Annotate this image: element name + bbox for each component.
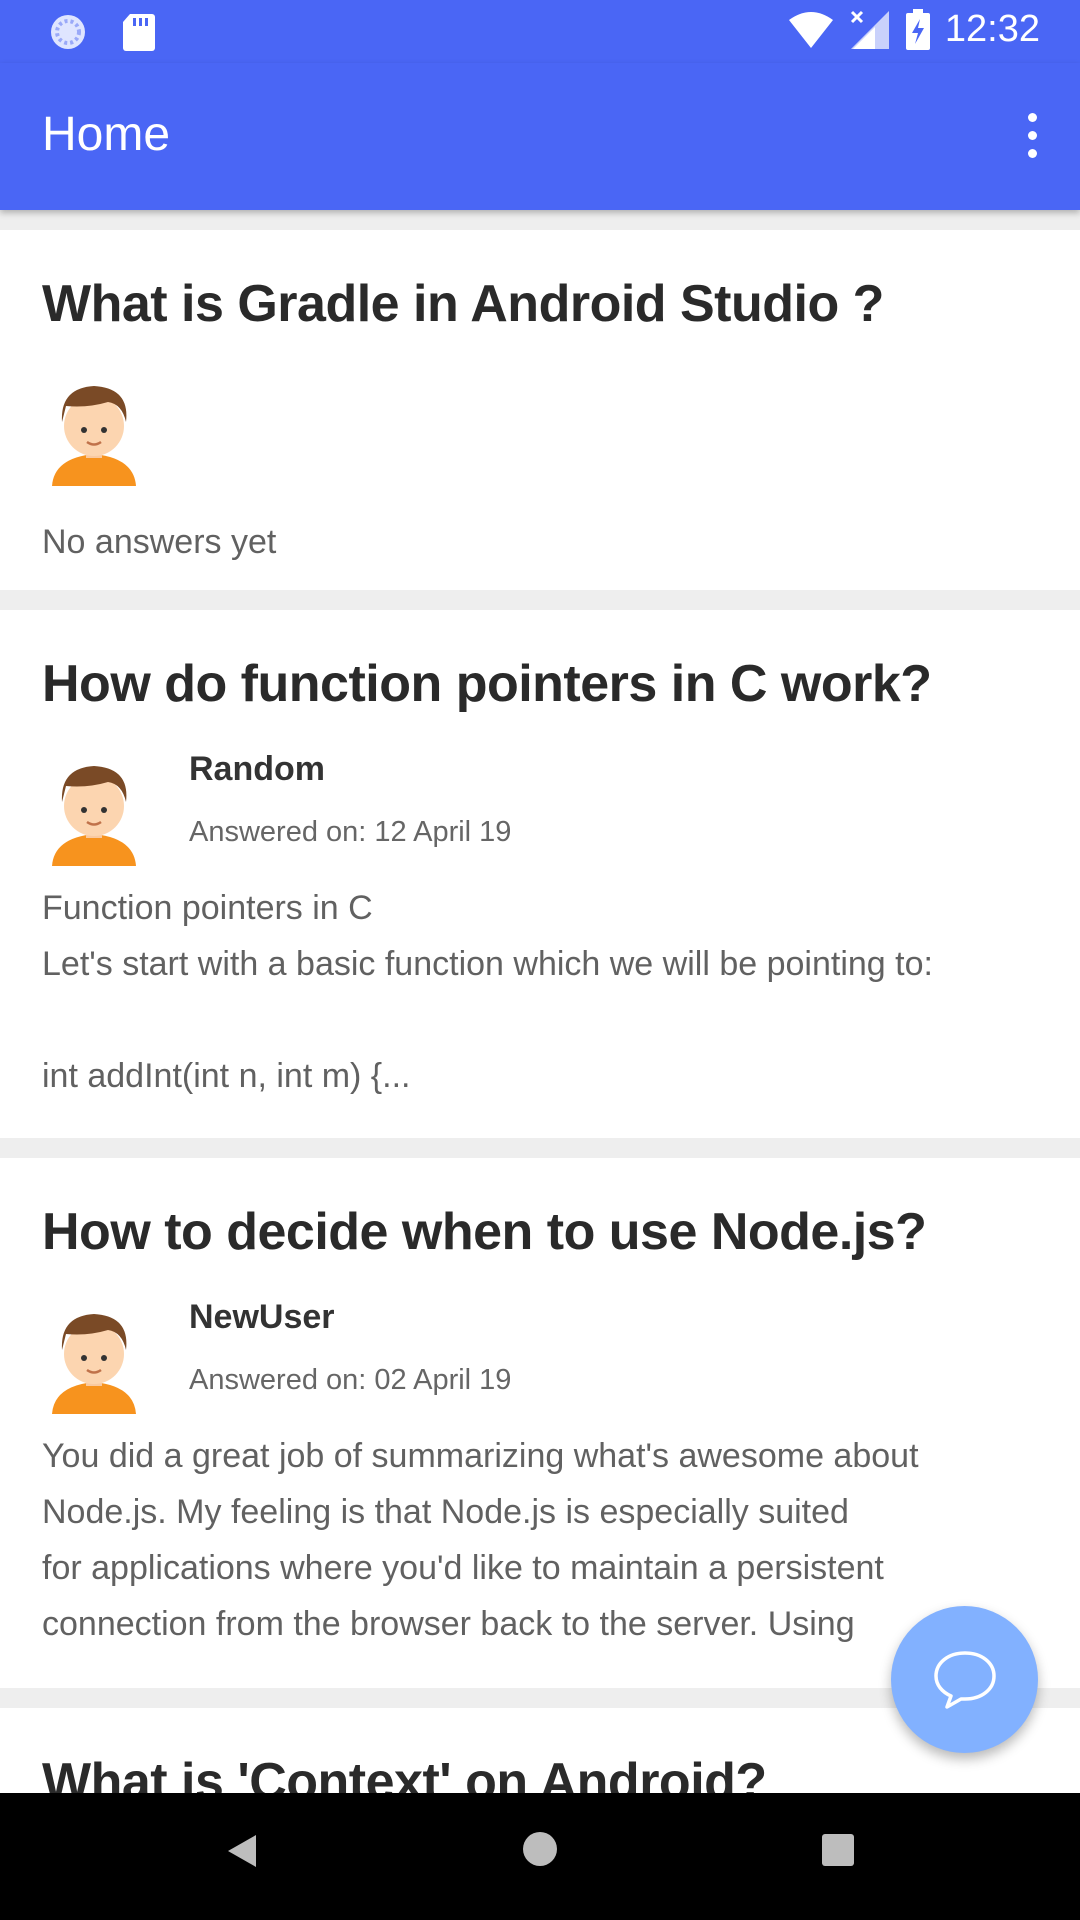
question-title[interactable]: How to decide when to use Node.js? <box>42 1202 927 1262</box>
question-card[interactable]: How to decide when to use Node.js? NewUs… <box>0 1158 1080 1688</box>
answer-author[interactable]: NewUser <box>189 1298 335 1337</box>
sync-icon <box>51 15 85 49</box>
user-avatar-icon <box>52 386 136 486</box>
question-feed[interactable]: What is Gradle in Android Studio ? No an… <box>0 230 1080 1793</box>
page-title: Home <box>42 108 171 161</box>
answer-excerpt: Function pointers in C Let's start with … <box>42 889 933 1095</box>
chat-fab-button[interactable] <box>891 1606 1038 1753</box>
no-answers-text: No answers yet <box>42 523 277 561</box>
answered-date: Answered on: 02 April 19 <box>189 1364 512 1396</box>
more-vert-icon[interactable] <box>1012 103 1052 167</box>
answered-date: Answered on: 12 April 19 <box>189 816 512 848</box>
sd-card-icon <box>123 14 155 51</box>
answer-excerpt: You did a great job of summarizing what'… <box>42 1437 919 1643</box>
status-bar: 12:32 <box>0 0 1080 63</box>
recents-icon[interactable] <box>822 1834 854 1866</box>
home-icon[interactable] <box>523 1832 557 1866</box>
chat-bubble-icon <box>933 1650 996 1709</box>
user-avatar-icon <box>52 766 136 866</box>
question-card[interactable]: How do function pointers in C work? Rand… <box>0 610 1080 1138</box>
status-time: 12:32 <box>944 8 1040 50</box>
question-title[interactable]: What is Gradle in Android Studio ? <box>42 274 884 334</box>
system-nav-bar <box>0 1793 1080 1920</box>
battery-charging-icon <box>905 8 930 50</box>
wifi-icon <box>788 11 833 48</box>
app-bar: Home <box>0 63 1080 210</box>
question-title[interactable]: What is 'Context' on Android? <box>42 1752 767 1793</box>
question-card[interactable]: What is Gradle in Android Studio ? No an… <box>0 230 1080 590</box>
question-title[interactable]: How do function pointers in C work? <box>42 654 932 714</box>
signal-icon <box>850 10 889 49</box>
answer-author[interactable]: Random <box>189 750 325 789</box>
user-avatar-icon <box>52 1314 136 1414</box>
back-icon[interactable] <box>226 1833 258 1869</box>
